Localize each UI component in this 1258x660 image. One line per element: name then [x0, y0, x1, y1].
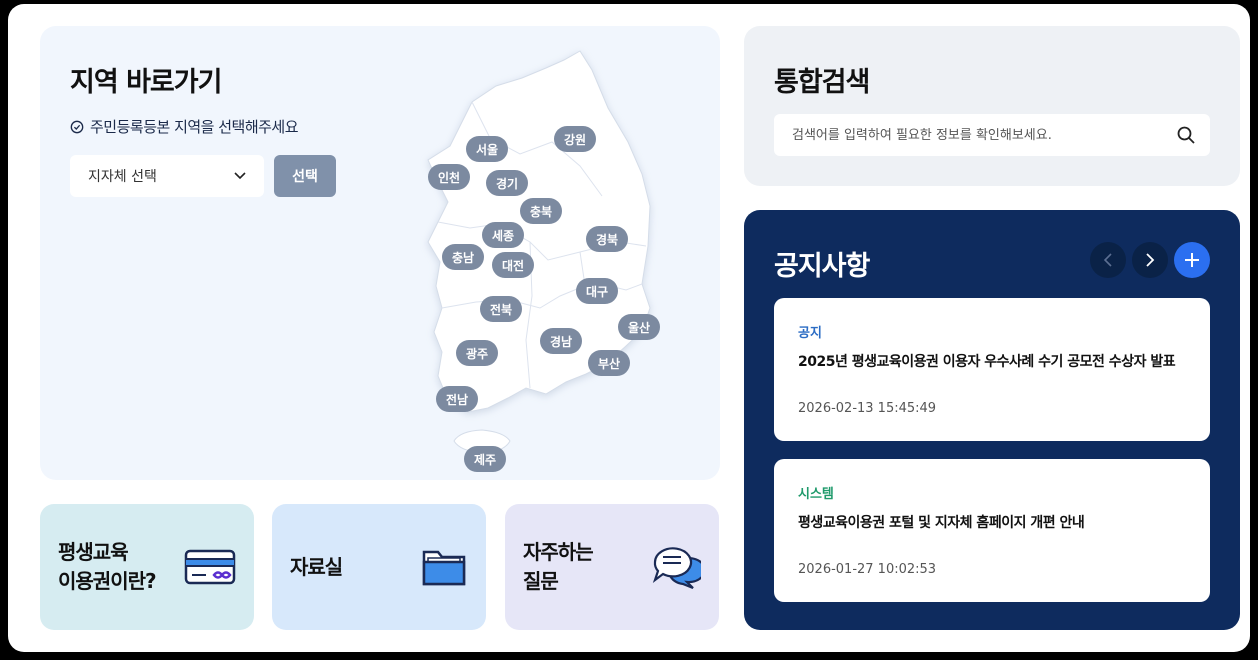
region-pin[interactable]: 인천	[428, 164, 471, 190]
region-pin[interactable]: 부산	[588, 350, 631, 376]
notice-date: 2026-01-27 10:02:53	[798, 562, 937, 577]
search-input[interactable]	[792, 127, 1176, 143]
plus-icon	[1185, 253, 1199, 267]
quick-link-label: 평생교육 이용권이란?	[58, 540, 157, 593]
notice-card: 공지사항 공지 2025년 평생교육이용권 이용자 우수사례 수기 공모전 수상…	[744, 210, 1240, 630]
folder-icon	[422, 550, 466, 586]
region-title: 지역 바로가기	[70, 67, 222, 98]
region-hint-text: 주민등록등본 지역을 선택해주세요	[90, 118, 299, 136]
region-pin[interactable]: 서울	[466, 136, 509, 162]
notice-title: 공지사항	[774, 251, 870, 282]
notice-next-button[interactable]	[1132, 242, 1168, 278]
chevron-right-icon	[1146, 253, 1155, 267]
notice-category: 공지	[798, 326, 822, 341]
notice-category: 시스템	[798, 487, 834, 502]
region-pin[interactable]: 충북	[520, 198, 563, 224]
search-box	[774, 114, 1210, 156]
korea-map: 서울 강원 인천 경기 충북 세종 경북 충남 대전 대구 전북 울산 경남 광…	[380, 46, 680, 472]
region-pin[interactable]: 울산	[618, 314, 661, 340]
region-select[interactable]: 지자체 선택	[70, 155, 264, 197]
quick-link-label: 자료실	[290, 554, 343, 579]
region-pin[interactable]: 대전	[492, 252, 535, 278]
chevron-down-icon	[234, 172, 246, 180]
region-pin[interactable]: 경기	[486, 170, 529, 196]
search-icon[interactable]	[1176, 125, 1196, 145]
region-pin[interactable]: 전남	[436, 386, 479, 412]
check-circle-icon	[70, 120, 84, 133]
region-pin[interactable]: 경남	[540, 328, 583, 354]
quick-link-faq[interactable]: 자주하는 질문	[505, 504, 719, 630]
quick-link-label: 자주하는 질문	[523, 540, 594, 593]
region-pin[interactable]: 충남	[442, 244, 485, 270]
notice-item[interactable]: 시스템 평생교육이용권 포털 및 지자체 홈페이지 개편 안내 2026-01-…	[774, 459, 1210, 602]
search-card: 통합검색	[744, 26, 1240, 186]
chevron-left-icon	[1103, 253, 1112, 267]
region-pin[interactable]: 세종	[482, 222, 525, 248]
notice-item[interactable]: 공지 2025년 평생교육이용권 이용자 우수사례 수기 공모전 수상자 발표 …	[774, 298, 1210, 441]
notice-more-button[interactable]	[1174, 242, 1210, 278]
notice-date: 2026-02-13 15:45:49	[798, 401, 937, 416]
region-pin[interactable]: 강원	[554, 126, 597, 152]
card-icon	[184, 549, 236, 585]
region-pin[interactable]: 대구	[576, 278, 619, 304]
notice-item-title: 평생교육이용권 포털 및 지자체 홈페이지 개편 안내	[798, 515, 1085, 531]
region-select-button[interactable]: 선택	[274, 155, 336, 197]
region-pin[interactable]: 전북	[480, 296, 523, 322]
search-title: 통합검색	[774, 67, 870, 98]
region-shortcut-card: 지역 바로가기 주민등록등본 지역을 선택해주세요 지자체 선택 선택 서울 강…	[40, 26, 720, 480]
page-frame: 지역 바로가기 주민등록등본 지역을 선택해주세요 지자체 선택 선택 서울 강…	[8, 4, 1250, 652]
chat-bubbles-icon	[652, 547, 701, 590]
quick-link-resources[interactable]: 자료실	[272, 504, 486, 630]
region-pin[interactable]: 제주	[464, 446, 507, 472]
quick-link-voucher-info[interactable]: 평생교육 이용권이란?	[40, 504, 254, 630]
region-pin[interactable]: 경북	[586, 226, 629, 252]
region-pin[interactable]: 광주	[456, 340, 499, 366]
region-select-value: 지자체 선택	[88, 169, 157, 185]
notice-prev-button[interactable]	[1090, 242, 1126, 278]
notice-item-title: 2025년 평생교육이용권 이용자 우수사례 수기 공모전 수상자 발표	[798, 354, 1176, 370]
region-hint: 주민등록등본 지역을 선택해주세요	[70, 116, 299, 137]
